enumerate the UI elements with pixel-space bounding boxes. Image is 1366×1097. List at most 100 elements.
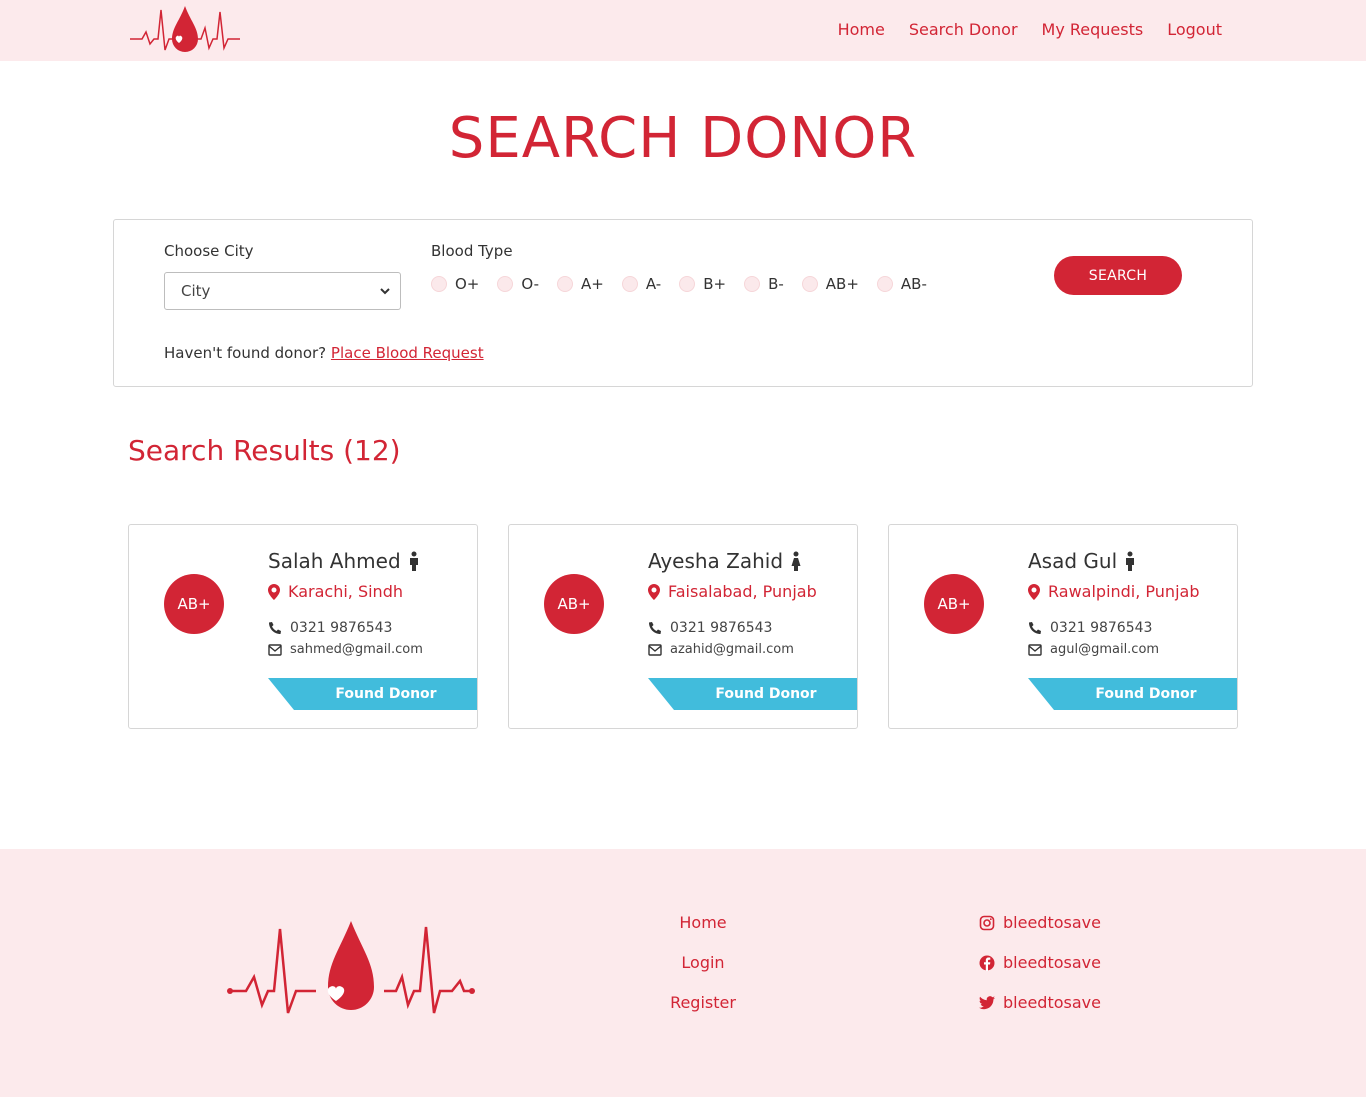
radio-ab-pos[interactable]: AB+ <box>801 275 859 293</box>
page-title: SEARCH DONOR <box>448 106 918 171</box>
envelope-icon <box>1028 643 1042 656</box>
found-donor-ribbon: Found Donor <box>1028 678 1237 710</box>
header: Home Search Donor My Requests Logout <box>0 0 1366 61</box>
phone-icon <box>649 622 661 634</box>
facebook-icon <box>979 955 995 971</box>
donor-location-row: Faisalabad, Punjab <box>648 582 817 601</box>
blood-type-label: Blood Type <box>431 242 513 260</box>
footer: Home Login Register bleedtosave bleedtos… <box>0 849 1366 1097</box>
twitter-icon <box>979 996 995 1010</box>
map-marker-icon <box>1028 583 1040 600</box>
radio-label: O- <box>521 275 540 293</box>
male-icon <box>409 551 418 571</box>
radio-dot[interactable] <box>621 276 638 292</box>
female-icon <box>791 551 801 571</box>
radio-o-pos[interactable]: O+ <box>431 275 479 293</box>
nav-logout[interactable]: Logout <box>1167 20 1222 39</box>
donor-phone-row: 0321 9876543 <box>1028 620 1152 636</box>
blood-group-badge: AB+ <box>924 574 984 634</box>
nav-home[interactable]: Home <box>838 20 885 39</box>
radio-a-pos[interactable]: A+ <box>557 275 604 293</box>
social-facebook[interactable]: bleedtosave <box>979 953 1101 973</box>
radio-label: O+ <box>455 275 480 293</box>
donor-name: Ayesha Zahid <box>648 549 784 573</box>
blood-group-badge: AB+ <box>544 574 604 634</box>
donor-card: AB+ Asad Gul Rawalpindi, Punjab 0321 987… <box>888 524 1238 729</box>
radio-b-neg[interactable]: B- <box>744 275 784 293</box>
footer-link-register[interactable]: Register <box>643 993 763 1013</box>
city-select[interactable]: City <box>164 272 401 310</box>
social-handle: bleedtosave <box>1003 953 1101 972</box>
radio-dot[interactable] <box>801 276 818 292</box>
logo-icon[interactable] <box>226 917 476 1029</box>
donor-email-row: sahmed@gmail.com <box>268 642 423 657</box>
instagram-icon <box>979 915 995 931</box>
radio-dot[interactable] <box>497 276 514 292</box>
social-links: bleedtosave bleedtosave bleedtosave <box>979 913 1101 1033</box>
blood-type-radios: O+ O- A+ A- B+ B- AB+ AB- <box>431 275 945 293</box>
radio-o-neg[interactable]: O- <box>497 275 539 293</box>
radio-label: A- <box>645 275 662 293</box>
radio-ab-neg[interactable]: AB- <box>876 275 927 293</box>
donor-location: Rawalpindi, Punjab <box>1048 582 1200 601</box>
donor-phone-row: 0321 9876543 <box>268 620 392 636</box>
donor-phone: 0321 9876543 <box>1050 620 1153 636</box>
radio-a-neg[interactable]: A- <box>621 275 662 293</box>
place-request-link[interactable]: Place Blood Request <box>331 344 484 362</box>
radio-label: B- <box>768 275 784 293</box>
donor-name-row: Asad Gul <box>1028 549 1135 573</box>
main-nav: Home Search Donor My Requests Logout <box>838 20 1222 39</box>
found-donor-ribbon: Found Donor <box>268 678 477 710</box>
donor-location-row: Karachi, Sindh <box>268 582 403 601</box>
not-found-row: Haven't found donor? Place Blood Request <box>164 344 484 362</box>
social-twitter[interactable]: bleedtosave <box>979 993 1101 1013</box>
map-marker-icon <box>648 583 660 600</box>
donor-name: Salah Ahmed <box>268 549 401 573</box>
results-heading: Search Results (12) <box>128 434 401 467</box>
radio-dot[interactable] <box>744 276 761 292</box>
donor-name-row: Salah Ahmed <box>268 549 419 573</box>
donor-name: Asad Gul <box>1028 549 1118 573</box>
donor-card: AB+ Ayesha Zahid Faisalabad, Punjab 0321… <box>508 524 858 729</box>
phone-icon <box>269 622 281 634</box>
footer-link-login[interactable]: Login <box>643 953 763 973</box>
footer-link-home[interactable]: Home <box>643 913 763 933</box>
radio-b-pos[interactable]: B+ <box>679 275 726 293</box>
search-button[interactable]: SEARCH <box>1054 256 1182 295</box>
donor-phone: 0321 9876543 <box>290 620 393 636</box>
donor-location-row: Rawalpindi, Punjab <box>1028 582 1199 601</box>
social-instagram[interactable]: bleedtosave <box>979 913 1101 933</box>
radio-label: AB+ <box>825 275 859 293</box>
city-label: Choose City <box>164 242 254 260</box>
radio-label: B+ <box>703 275 727 293</box>
radio-dot[interactable] <box>876 276 893 292</box>
donor-email: agul@gmail.com <box>1050 642 1160 657</box>
donor-phone: 0321 9876543 <box>670 620 773 636</box>
search-panel: Choose City City Blood Type O+ O- A+ A- … <box>113 219 1253 387</box>
donor-name-row: Ayesha Zahid <box>648 549 801 573</box>
chevron-down-icon <box>380 288 390 295</box>
found-donor-ribbon: Found Donor <box>648 678 857 710</box>
social-handle: bleedtosave <box>1003 913 1101 932</box>
blood-group-badge: AB+ <box>164 574 224 634</box>
donor-email: sahmed@gmail.com <box>290 642 423 657</box>
donor-phone-row: 0321 9876543 <box>648 620 772 636</box>
donor-email-row: agul@gmail.com <box>1028 642 1159 657</box>
nav-search-donor[interactable]: Search Donor <box>909 20 1018 39</box>
envelope-icon <box>648 643 662 656</box>
social-handle: bleedtosave <box>1003 993 1101 1012</box>
donor-location: Karachi, Sindh <box>288 582 403 601</box>
radio-label: A+ <box>581 275 604 293</box>
donor-email-row: azahid@gmail.com <box>648 642 794 657</box>
footer-links: Home Login Register <box>643 913 763 1033</box>
radio-dot[interactable] <box>557 276 574 292</box>
city-select-value: City <box>181 282 211 300</box>
radio-dot[interactable] <box>679 276 696 292</box>
logo-icon[interactable] <box>128 4 242 56</box>
donor-email: azahid@gmail.com <box>670 642 794 657</box>
nav-my-requests[interactable]: My Requests <box>1042 20 1144 39</box>
envelope-icon <box>268 643 282 656</box>
not-found-text: Haven't found donor? <box>164 344 327 362</box>
donor-location: Faisalabad, Punjab <box>668 582 817 601</box>
radio-dot[interactable] <box>431 276 447 292</box>
